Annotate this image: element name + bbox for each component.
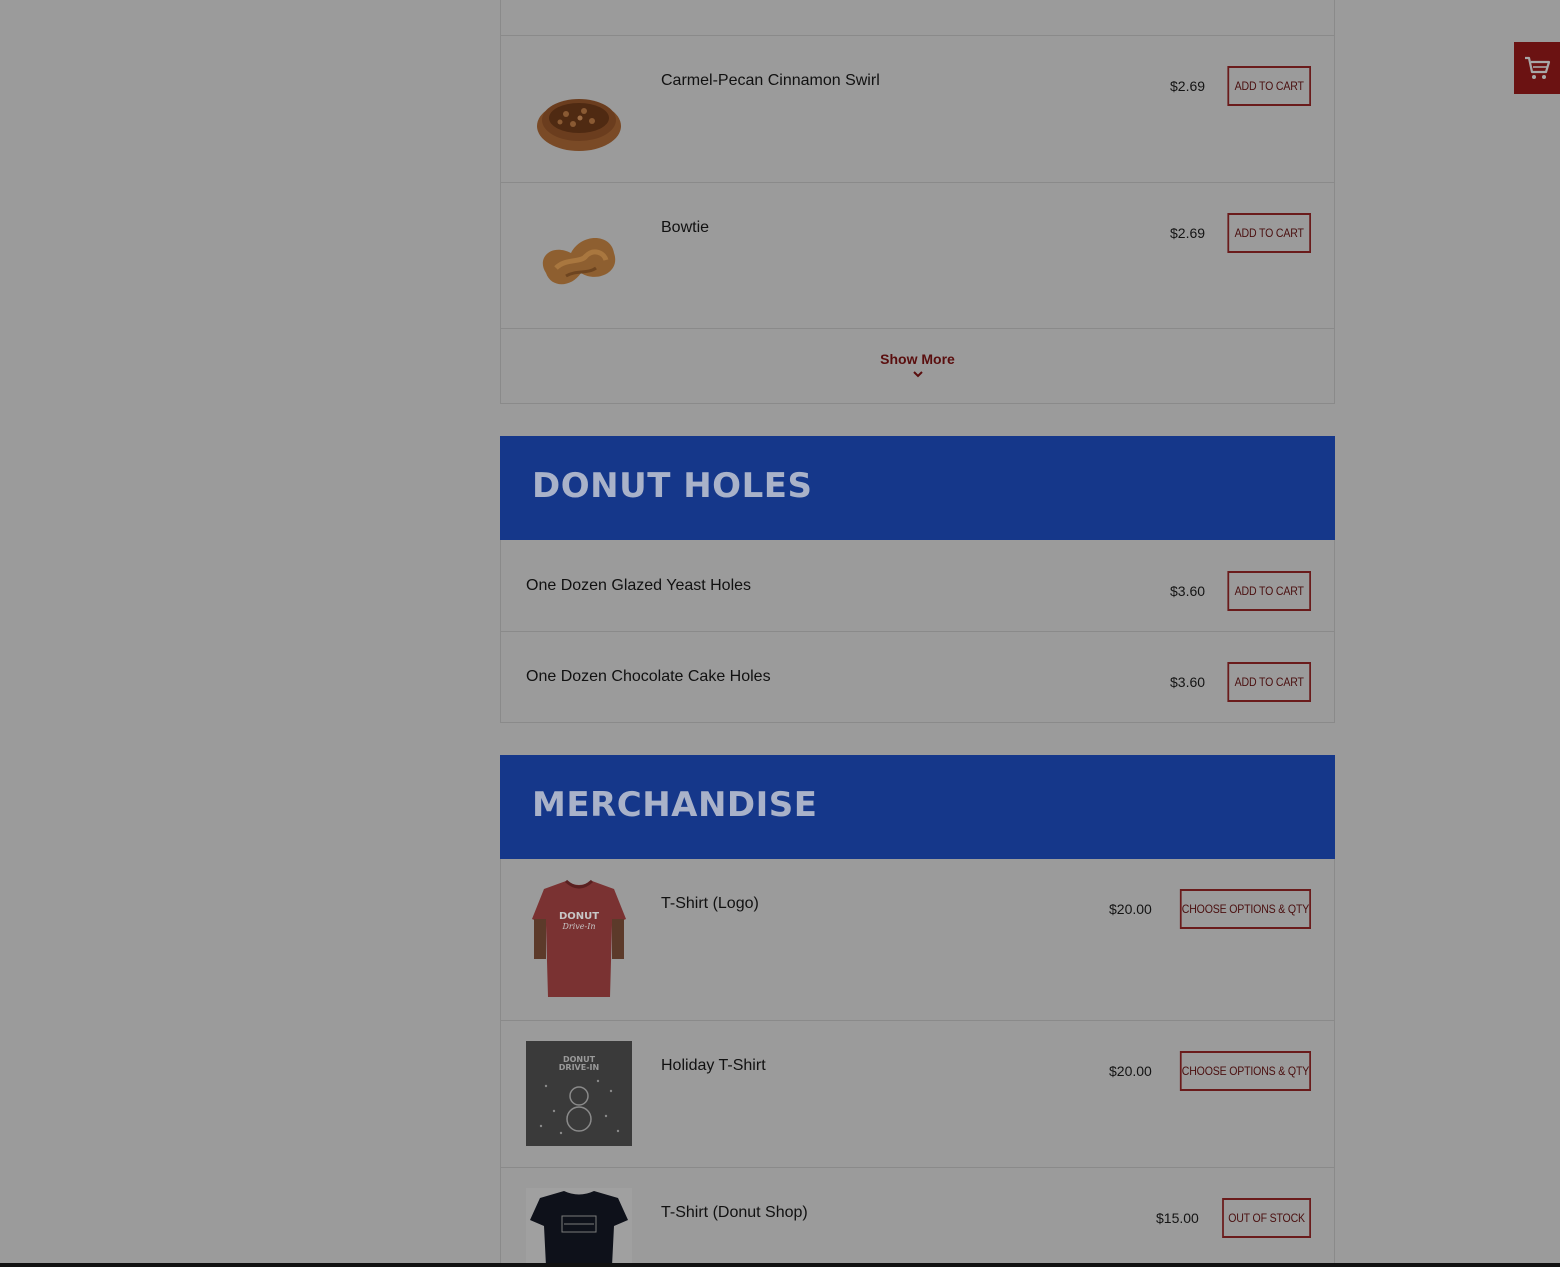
item-name: T-Shirt (Donut Shop) [661, 1204, 808, 1221]
choose-options-button[interactable]: Choose Options & Qty [1179, 1051, 1311, 1091]
item-price: $2.69 [1170, 78, 1206, 94]
add-to-cart-button[interactable]: Add to cart [1227, 571, 1311, 611]
tshirt-logo-text: DONUT [559, 911, 599, 922]
item-price: $15.00 [1156, 1210, 1199, 1226]
holiday-tshirt-image: DONUT DRIVE-IN [526, 1041, 632, 1146]
add-to-cart-button[interactable]: Add to cart [1227, 213, 1311, 253]
merchandise-header: Merchandise [500, 755, 1335, 859]
item-price: $20.00 [1109, 901, 1152, 917]
menu-column: Carmel-Pecan Cinnamon Swirl $2.69 Add to… [500, 0, 1335, 1266]
item-name: Bowtie [661, 219, 710, 236]
item-price: $20.00 [1109, 1063, 1152, 1079]
item-price: $3.60 [1170, 583, 1206, 599]
holiday-logo-bottom: DRIVE-IN [559, 1063, 599, 1072]
previous-item-row [501, 0, 1334, 35]
list-item: Bowtie $2.69 Add to cart [501, 182, 1334, 328]
item-name: Holiday T-Shirt [661, 1057, 766, 1074]
shopping-cart-icon [1525, 56, 1551, 79]
section-title: Merchandise [532, 785, 818, 825]
show-more-label: Show More [880, 351, 955, 367]
add-to-cart-button[interactable]: Add to cart [1227, 662, 1311, 702]
item-name: One Dozen Chocolate Cake Holes [526, 668, 771, 685]
add-to-cart-button[interactable]: Add to cart [1227, 66, 1311, 106]
chevron-down-icon [913, 371, 923, 378]
donut-holes-header: Donut Holes [500, 436, 1335, 540]
pastries-card: Carmel-Pecan Cinnamon Swirl $2.69 Add to… [500, 0, 1335, 404]
item-name: Carmel-Pecan Cinnamon Swirl [661, 72, 880, 89]
list-item: DONUT DRIVE-IN Holiday T-Shirt $20.00 Ch… [501, 1020, 1334, 1167]
list-item: One Dozen Glazed Yeast Holes $3.60 Add t… [501, 540, 1334, 631]
item-price: $2.69 [1170, 225, 1206, 241]
show-more-button[interactable]: Show More [501, 328, 1334, 403]
item-price: $3.60 [1170, 674, 1206, 690]
choose-options-button[interactable]: Choose Options & Qty [1179, 889, 1311, 929]
donut-holes-card: One Dozen Glazed Yeast Holes $3.60 Add t… [500, 540, 1335, 723]
item-name: One Dozen Glazed Yeast Holes [526, 577, 752, 594]
previous-item-image [551, 0, 611, 4]
cart-button[interactable] [1514, 42, 1560, 94]
bottom-edge [0, 1263, 1560, 1267]
navy-tshirt-image [526, 1188, 632, 1266]
out-of-stock-button[interactable]: Out of stock [1222, 1198, 1311, 1238]
merchandise-card: DONUT Drive-In T-Shirt (Logo) $20.00 Cho… [500, 859, 1335, 1266]
list-item: T-Shirt (Donut Shop) $15.00 Out of stock [501, 1167, 1334, 1266]
tshirt-logo-script: Drive-In [561, 922, 595, 931]
list-item: Carmel-Pecan Cinnamon Swirl $2.69 Add to… [501, 35, 1334, 182]
bowtie-pastry-image [542, 238, 616, 285]
item-name: T-Shirt (Logo) [661, 895, 759, 912]
red-tshirt-image: DONUT Drive-In [526, 879, 632, 999]
list-item: DONUT Drive-In T-Shirt (Logo) $20.00 Cho… [501, 859, 1334, 1020]
donut-swirl-pecan-image [537, 99, 621, 151]
list-item: One Dozen Chocolate Cake Holes $3.60 Add… [501, 631, 1334, 722]
section-title: Donut Holes [532, 466, 813, 506]
